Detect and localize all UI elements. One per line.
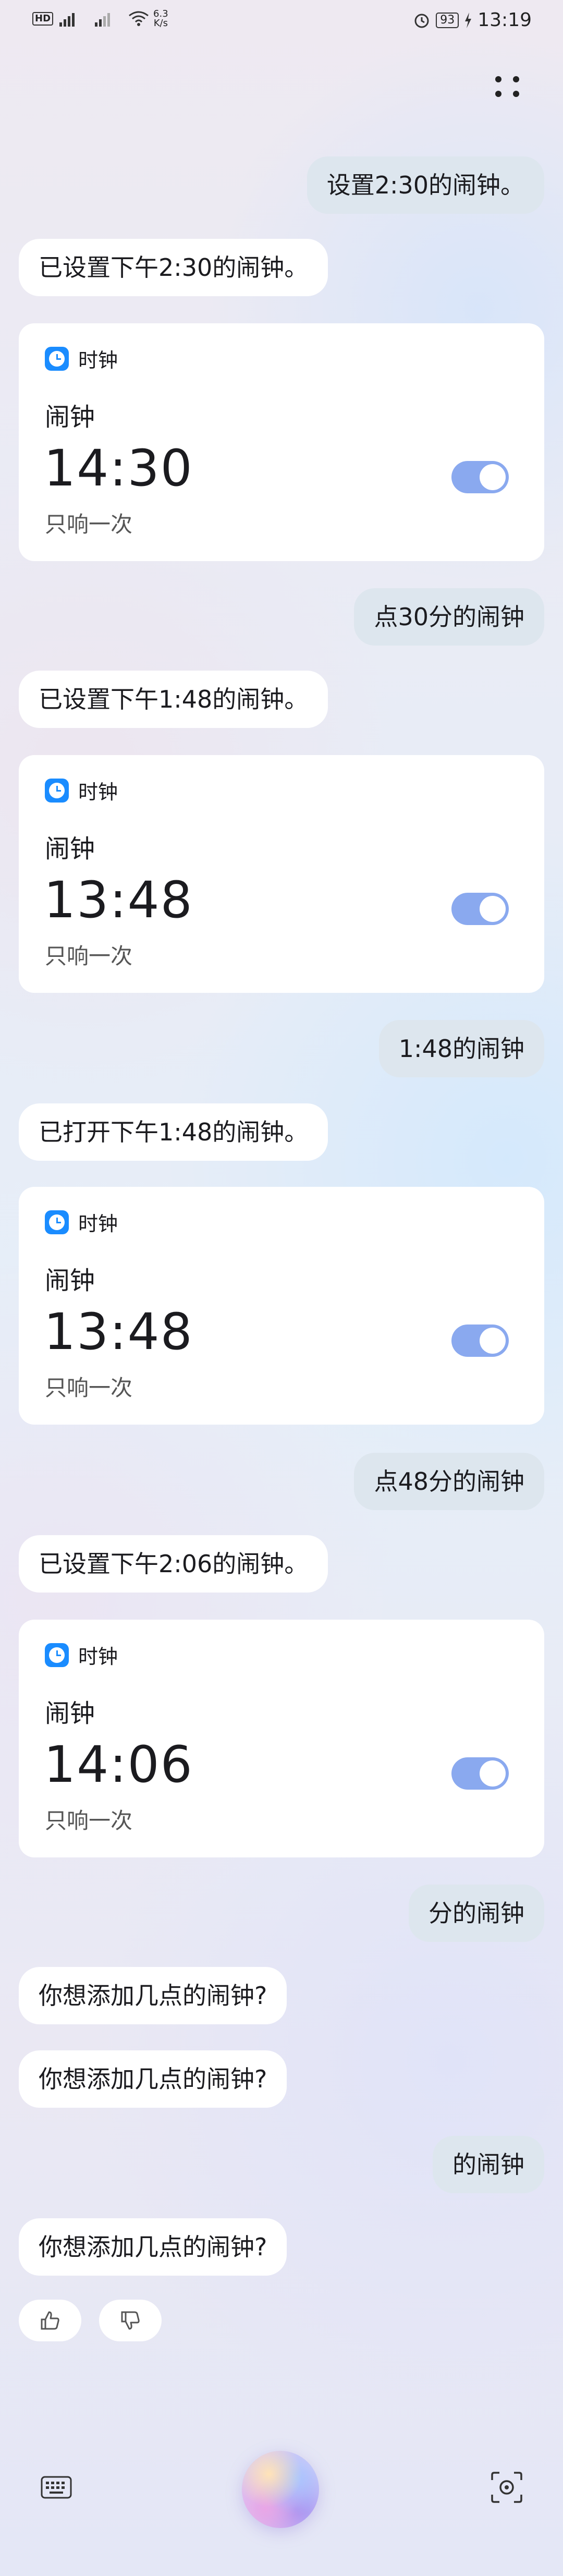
app-header: 时钟 bbox=[45, 1208, 118, 1236]
toggle-knob bbox=[480, 1760, 506, 1787]
dot bbox=[495, 91, 501, 97]
app-header: 时钟 bbox=[45, 776, 118, 805]
alarm-label: 闹钟 bbox=[45, 1266, 95, 1295]
clock-app-icon bbox=[45, 778, 69, 803]
alarm-time: 14:06 bbox=[44, 1735, 193, 1794]
alarm-time: 13:48 bbox=[44, 871, 193, 929]
alarm-repeat: 只响一次 bbox=[45, 1808, 133, 1833]
alarm-time: 13:48 bbox=[44, 1303, 193, 1361]
alarm-toggle[interactable] bbox=[451, 893, 509, 925]
alarm-card[interactable]: 时钟 闹钟 13:48 只响一次 bbox=[19, 1187, 544, 1425]
status-left: HD 6.3 K/s bbox=[32, 9, 168, 28]
alarm-label: 闹钟 bbox=[45, 1699, 95, 1728]
alarm-card[interactable]: 时钟 闹钟 14:30 只响一次 bbox=[19, 323, 544, 561]
user-message: 设置2:30的闹钟。 bbox=[307, 156, 544, 214]
user-message: 点48分的闹钟 bbox=[354, 1453, 544, 1510]
assistant-message: 你想添加几点的闹钟? bbox=[19, 1967, 287, 2024]
hd-indicator: HD bbox=[32, 12, 54, 26]
assistant-message: 你想添加几点的闹钟? bbox=[19, 2218, 287, 2276]
alarm-time: 14:30 bbox=[44, 439, 193, 497]
clock-app-icon bbox=[45, 346, 69, 371]
app-name: 时钟 bbox=[78, 349, 118, 372]
camera-scan-button[interactable] bbox=[487, 2469, 527, 2506]
alarm-repeat: 只响一次 bbox=[45, 1375, 133, 1401]
status-bar: HD 6.3 K/s 93 13:19 bbox=[0, 0, 563, 47]
app-name: 时钟 bbox=[78, 1645, 118, 1668]
assistant-message: 已设置下午2:06的闹钟。 bbox=[19, 1535, 328, 1593]
alarm-icon bbox=[414, 14, 429, 28]
toggle-knob bbox=[480, 896, 506, 922]
thumbs-down-icon bbox=[121, 2311, 140, 2330]
app-name: 时钟 bbox=[78, 1212, 118, 1235]
alarm-card[interactable]: 时钟 闹钟 13:48 只响一次 bbox=[19, 755, 544, 993]
status-time: 13:19 bbox=[478, 9, 532, 31]
alarm-label: 闹钟 bbox=[45, 834, 95, 864]
dot bbox=[495, 76, 501, 82]
clock-app-icon bbox=[45, 1210, 69, 1234]
thumbs-down-button[interactable] bbox=[99, 2300, 162, 2341]
charging-icon bbox=[465, 12, 472, 28]
thumbs-up-icon bbox=[41, 2311, 59, 2330]
alarm-toggle[interactable] bbox=[451, 1325, 509, 1357]
camera-scan-icon bbox=[491, 2472, 522, 2503]
thumbs-up-button[interactable] bbox=[19, 2300, 81, 2341]
app-name: 时钟 bbox=[78, 781, 118, 804]
alarm-card[interactable]: 时钟 闹钟 14:06 只响一次 bbox=[19, 1620, 544, 1857]
clock-app-icon bbox=[45, 1643, 69, 1667]
toggle-knob bbox=[480, 464, 506, 490]
app-header: 时钟 bbox=[45, 1641, 118, 1669]
assistant-message: 你想添加几点的闹钟? bbox=[19, 2050, 287, 2108]
wifi-icon bbox=[129, 11, 149, 26]
assistant-message: 已设置下午1:48的闹钟。 bbox=[19, 671, 328, 728]
user-message: 1:48的闹钟 bbox=[378, 1020, 544, 1077]
battery-indicator: 93 bbox=[436, 12, 459, 28]
user-message: 点30分的闹钟 bbox=[354, 588, 544, 646]
app-header: 时钟 bbox=[45, 344, 118, 373]
alarm-repeat: 只响一次 bbox=[45, 943, 133, 969]
user-message: 分的闹钟 bbox=[409, 1885, 544, 1942]
status-right: 93 13:19 bbox=[413, 9, 532, 31]
toggle-knob bbox=[480, 1328, 506, 1354]
assistant-message: 已设置下午2:30的闹钟。 bbox=[19, 239, 328, 296]
user-message: 的闹钟 bbox=[433, 2136, 544, 2193]
keyboard-button[interactable] bbox=[36, 2472, 76, 2503]
net-speed: 6.3 K/s bbox=[153, 9, 168, 28]
assistant-message: 已打开下午1:48的闹钟。 bbox=[19, 1103, 328, 1161]
alarm-label: 闹钟 bbox=[45, 403, 95, 432]
net-speed-unit: K/s bbox=[153, 18, 168, 29]
signal-icon bbox=[59, 13, 75, 27]
dot bbox=[513, 76, 519, 82]
assistant-orb-button[interactable] bbox=[242, 2451, 319, 2528]
alarm-repeat: 只响一次 bbox=[45, 512, 133, 537]
dot bbox=[513, 91, 519, 97]
alarm-toggle[interactable] bbox=[451, 461, 509, 493]
signal-icon bbox=[95, 13, 111, 27]
alarm-toggle[interactable] bbox=[451, 1757, 509, 1790]
keyboard-icon bbox=[41, 2476, 72, 2499]
more-menu-button[interactable] bbox=[493, 71, 524, 102]
